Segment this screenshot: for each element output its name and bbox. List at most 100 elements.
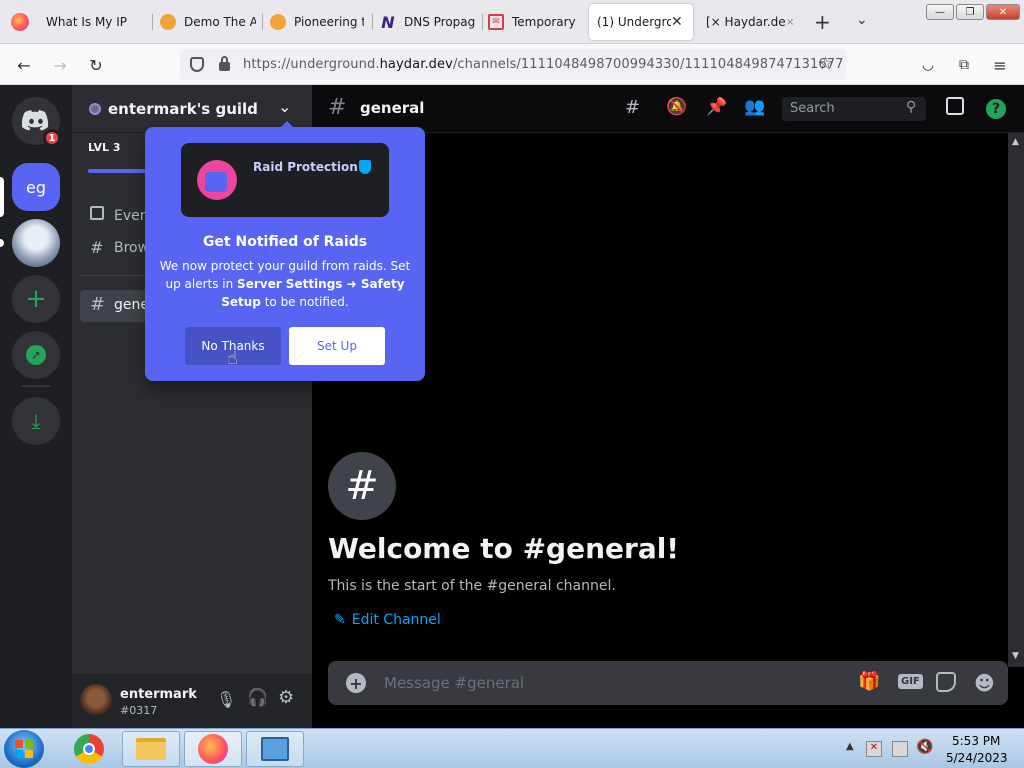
- guild-level: LVL 3: [88, 141, 121, 154]
- tab-temporary-mail[interactable]: ✉ Temporary D: [488, 4, 582, 40]
- calendar-icon: [90, 206, 104, 220]
- orange-circle-icon: [270, 14, 286, 30]
- sticker-icon[interactable]: [936, 672, 956, 692]
- tab-haydar-dev[interactable]: [× Haydar.dev ×: [706, 4, 800, 40]
- address-bar[interactable]: https://underground.haydar.dev/channels/…: [180, 49, 846, 80]
- close-tab-icon[interactable]: ✕: [671, 14, 683, 30]
- boost-progress-bar: [88, 169, 148, 173]
- chrome-taskbar-icon[interactable]: [60, 731, 118, 767]
- hand-cursor-icon: ☝: [227, 348, 238, 369]
- restore-window-button[interactable]: ❐: [956, 4, 984, 20]
- avatar[interactable]: [80, 684, 112, 716]
- hashtag-icon: #: [328, 95, 347, 120]
- chat-scrollbar[interactable]: ▲ ▼: [1008, 133, 1024, 667]
- message-composer[interactable]: + Message #general 🎁 GIF ☻: [328, 661, 1008, 705]
- tab-pioneering[interactable]: Pioneering t: [270, 4, 374, 40]
- clock-date[interactable]: 5/24/2023: [946, 751, 1008, 765]
- tab-dns-propagation[interactable]: N DNS Propag: [380, 4, 484, 40]
- guild-name: entermark's guild: [108, 100, 258, 118]
- inbox-icon[interactable]: [946, 97, 964, 115]
- threads-icon[interactable]: #: [625, 97, 640, 118]
- edit-channel-link[interactable]: ✎ Edit Channel: [334, 612, 441, 628]
- browser-tab-bar: What Is My IP A Demo The A Pioneering t …: [0, 0, 1024, 44]
- raid-protection-popup: Raid Protection Get Notified of Raids We…: [145, 127, 425, 381]
- help-icon[interactable]: ?: [986, 99, 1006, 119]
- discord-logo-icon: [22, 110, 49, 131]
- explore-servers-button[interactable]: ➚: [12, 331, 60, 379]
- chevron-down-icon[interactable]: ⌄: [278, 97, 291, 116]
- scroll-up-icon[interactable]: ▲: [1012, 137, 1019, 147]
- extensions-icon[interactable]: ⧉: [953, 54, 975, 76]
- list-tabs-icon[interactable]: ⌄: [856, 12, 868, 28]
- start-button[interactable]: [4, 730, 44, 768]
- message-input[interactable]: Message #general: [384, 674, 524, 692]
- channel-header: # general # 🔕 📌 👥 Search ⚲ ?: [312, 85, 1024, 133]
- pin-icon[interactable]: 📌: [706, 97, 727, 117]
- channel-welcome-hashtag-icon: #: [328, 452, 396, 520]
- raid-protection-card: Raid Protection: [181, 143, 389, 217]
- control-panel-taskbar-icon[interactable]: [246, 731, 304, 767]
- popup-body: We now protect your guild from raids. Se…: [159, 259, 411, 309]
- headphones-icon[interactable]: 🎧: [247, 688, 268, 708]
- browser-nav-bar: ← → ↻ https://underground.haydar.dev/cha…: [0, 44, 1024, 85]
- firefox-menu-icon[interactable]: [11, 13, 29, 31]
- notification-badge: 1: [43, 129, 61, 147]
- n-logo-icon: N: [381, 12, 395, 32]
- shield-mascot-icon: [197, 160, 237, 200]
- action-center-flag-icon[interactable]: ✕: [866, 741, 882, 757]
- reload-icon[interactable]: ↻: [85, 54, 107, 76]
- set-up-button[interactable]: Set Up: [289, 327, 385, 365]
- bookmark-star-icon[interactable]: ☆: [818, 54, 833, 74]
- user-panel: entermark #0317 🎙 🎧 ⚙: [72, 674, 312, 728]
- volume-muted-icon[interactable]: 🔇: [916, 739, 933, 755]
- emoji-icon[interactable]: ☻: [974, 671, 995, 695]
- server-anime-avatar-button[interactable]: [12, 219, 60, 267]
- orange-circle-icon: [160, 14, 176, 30]
- url-text[interactable]: https://underground.haydar.dev/channels/…: [243, 57, 844, 72]
- tab-what-is-my-ip[interactable]: What Is My IP A: [46, 4, 150, 40]
- app-menu-icon[interactable]: ≡: [989, 54, 1011, 76]
- close-window-button[interactable]: ✕: [986, 4, 1020, 20]
- username: entermark: [120, 687, 197, 702]
- server-eg-button[interactable]: eg: [12, 163, 60, 211]
- tab-underground-active[interactable]: (1) Undergrou ✕: [589, 4, 693, 40]
- forward-icon[interactable]: →: [49, 54, 71, 76]
- member-list-icon[interactable]: 👥: [744, 97, 765, 117]
- mute-mic-icon[interactable]: 🎙: [216, 690, 236, 709]
- search-icon: ⚲: [906, 99, 917, 115]
- pocket-icon[interactable]: ◡: [917, 54, 939, 76]
- close-tab-icon[interactable]: ×: [786, 17, 794, 28]
- clock-time[interactable]: 5:53 PM: [952, 734, 1000, 748]
- tab-demo[interactable]: Demo The A: [160, 4, 264, 40]
- gift-icon[interactable]: 🎁: [858, 671, 880, 692]
- gif-button[interactable]: GIF: [898, 674, 923, 689]
- channel-title: general: [360, 99, 425, 117]
- windows-taskbar: ▲ ✕ 🔇 5:53 PM 5/24/2023: [0, 728, 1024, 768]
- notification-bell-muted-icon[interactable]: 🔕: [666, 97, 687, 117]
- search-input[interactable]: Search ⚲: [782, 97, 926, 121]
- settings-gear-icon[interactable]: ⚙: [278, 687, 294, 708]
- add-attachment-icon[interactable]: +: [346, 673, 366, 693]
- network-icon[interactable]: [892, 741, 908, 757]
- welcome-title: Welcome to #general!: [328, 532, 680, 565]
- compass-icon: ➚: [26, 345, 46, 365]
- pencil-icon: ✎: [334, 612, 346, 628]
- show-hidden-icons-button[interactable]: ▲: [846, 741, 854, 752]
- user-tag: #0317: [120, 704, 158, 717]
- minimize-window-button[interactable]: —: [926, 4, 954, 20]
- download-apps-button[interactable]: ⤓: [12, 397, 60, 445]
- guild-header[interactable]: entermark's guild ⌄: [72, 85, 312, 133]
- add-server-button[interactable]: +: [12, 275, 60, 323]
- shield-icon: [359, 160, 371, 174]
- tracking-shield-icon[interactable]: [190, 57, 204, 72]
- new-tab-icon[interactable]: +: [814, 10, 831, 34]
- server-rail: 1 eg + ➚ ⤓: [0, 85, 72, 728]
- back-icon[interactable]: ←: [13, 54, 35, 76]
- welcome-subtitle: This is the start of the #general channe…: [328, 578, 616, 594]
- firefox-taskbar-icon[interactable]: [184, 731, 242, 767]
- mail-icon: ✉: [488, 14, 504, 30]
- popup-heading: Get Notified of Raids: [202, 234, 368, 250]
- file-explorer-taskbar-icon[interactable]: [122, 731, 180, 767]
- hashtag-icon: #: [90, 294, 106, 315]
- scroll-down-icon[interactable]: ▼: [1012, 651, 1019, 661]
